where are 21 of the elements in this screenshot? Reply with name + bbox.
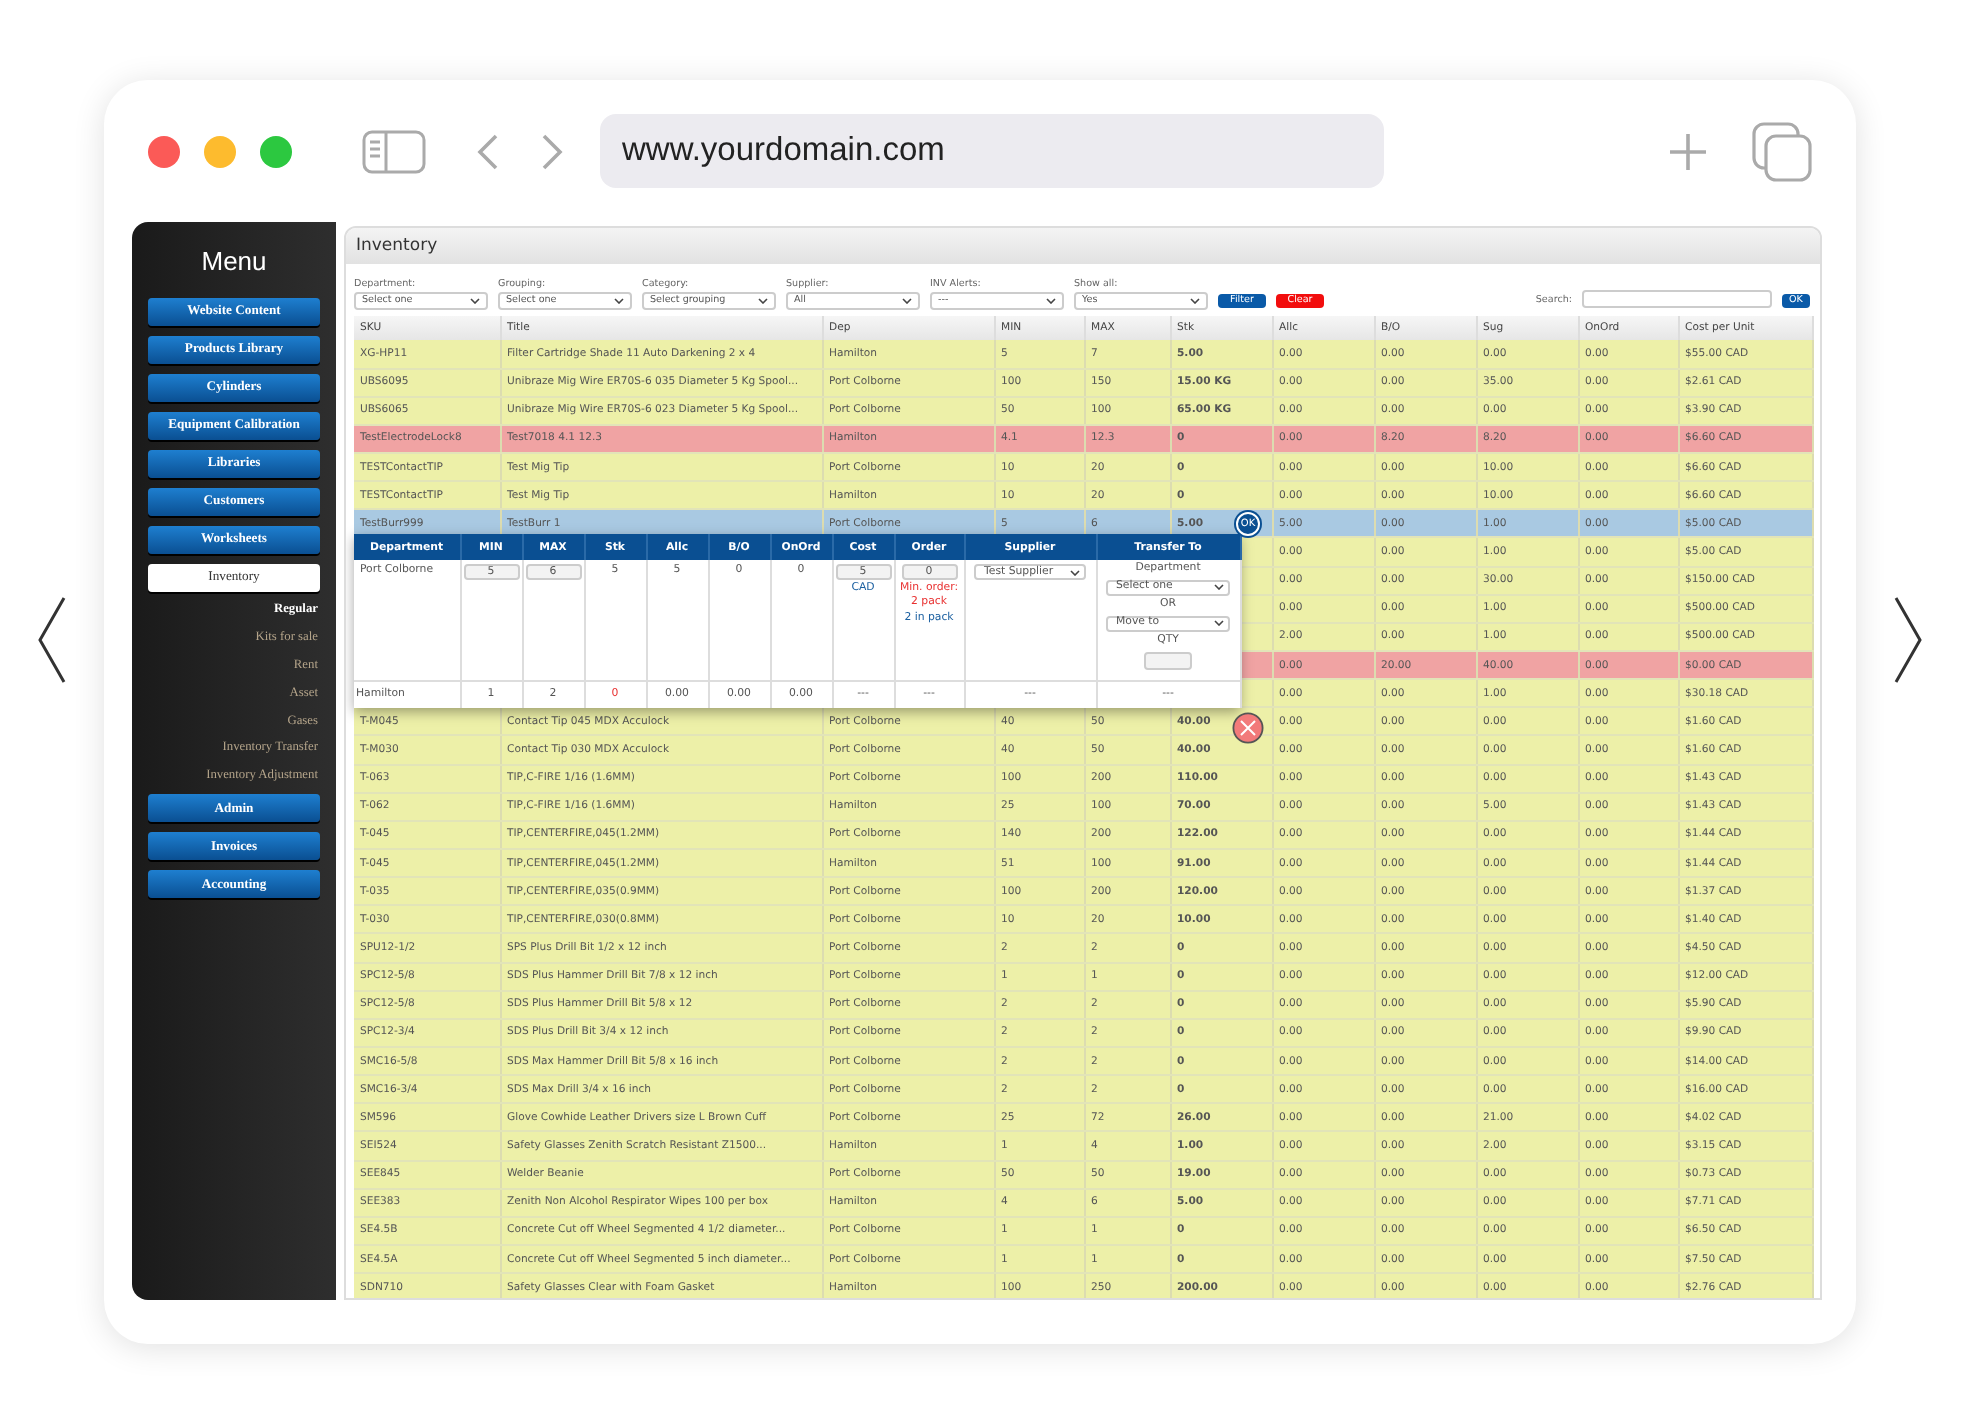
close-window-icon[interactable] — [148, 135, 180, 167]
sidebar-icon[interactable] — [362, 129, 426, 173]
caret-icon — [1214, 584, 1224, 591]
caret-icon — [758, 298, 768, 304]
panel-title: Inventory — [346, 228, 1820, 264]
caret-icon — [470, 298, 480, 304]
caret-icon — [1214, 620, 1224, 627]
plus-icon[interactable] — [1668, 131, 1708, 171]
close-icon[interactable] — [1232, 712, 1264, 744]
quantity-field[interactable] — [1144, 651, 1192, 670]
caret-icon — [614, 298, 624, 304]
maximize-window-icon[interactable] — [260, 135, 292, 167]
search-field[interactable] — [1582, 290, 1772, 308]
address-bar[interactable]: www.yourdomain.com — [600, 114, 1384, 188]
minimize-window-icon[interactable] — [204, 135, 236, 167]
caret-icon — [902, 298, 912, 304]
caret-icon — [1046, 298, 1056, 304]
menu-title: Menu — [201, 246, 267, 276]
caret-icon — [1070, 569, 1080, 575]
tabs-icon[interactable] — [1752, 121, 1812, 181]
caret-icon — [1190, 298, 1200, 304]
